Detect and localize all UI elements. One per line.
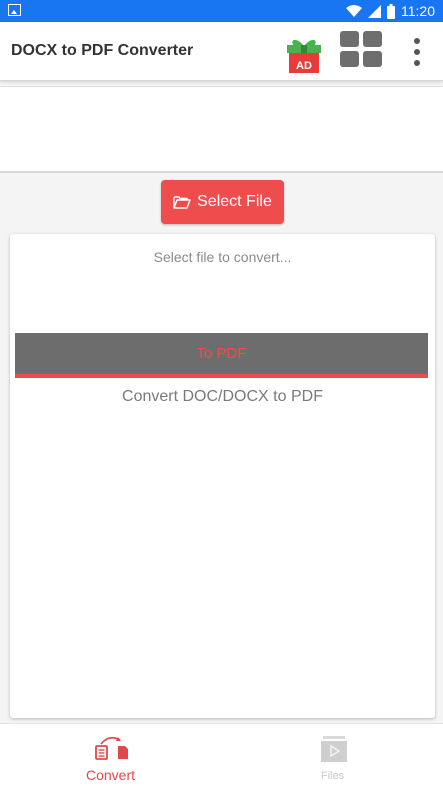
nav-item-files[interactable]: Files: [222, 724, 443, 794]
nav-item-convert[interactable]: Convert: [0, 724, 221, 794]
grid-apps-icon: [340, 51, 359, 67]
more-vert-icon: [414, 60, 420, 66]
more-vert-icon: [414, 49, 420, 55]
convert-card: Select file to convert... To PDF Convert…: [10, 234, 435, 718]
battery-icon: [387, 3, 395, 19]
folder-open-icon: [173, 196, 191, 209]
files-icon: [321, 736, 347, 762]
more-vert-icon: [414, 38, 420, 44]
banner-area: [0, 86, 443, 173]
select-file-button[interactable]: Select File: [161, 180, 284, 224]
status-bar: 11:20: [0, 0, 443, 22]
status-time: 11:20: [401, 3, 435, 19]
image-icon: [8, 4, 21, 16]
to-pdf-button[interactable]: To PDF: [15, 333, 428, 378]
grid-apps-icon: [363, 31, 382, 47]
select-file-label: Select File: [197, 193, 272, 210]
app-title: DOCX to PDF Converter: [11, 42, 194, 59]
convert-description: Convert DOC/DOCX to PDF: [122, 388, 323, 405]
app-bar: DOCX to PDF Converter AD: [0, 22, 443, 81]
more-vert-button[interactable]: [408, 34, 426, 72]
signal-icon: [368, 4, 381, 18]
to-pdf-label: To PDF: [196, 345, 247, 362]
status-icons: 11:20: [346, 2, 435, 20]
convert-icon: [95, 736, 128, 760]
grid-apps-button[interactable]: [340, 31, 383, 69]
wifi-icon: [346, 4, 362, 17]
nav-convert-label: Convert: [85, 767, 136, 783]
nav-files-label: Files: [320, 770, 345, 782]
select-file-hint: Select file to convert...: [153, 249, 292, 265]
gift-ad-icon: AD: [287, 39, 321, 73]
grid-apps-icon: [363, 51, 382, 67]
bottom-navigation: Convert Files: [0, 723, 443, 794]
gift-ad-button[interactable]: AD: [284, 36, 324, 74]
ad-badge-text: AD: [296, 60, 312, 72]
grid-apps-icon: [340, 31, 359, 47]
